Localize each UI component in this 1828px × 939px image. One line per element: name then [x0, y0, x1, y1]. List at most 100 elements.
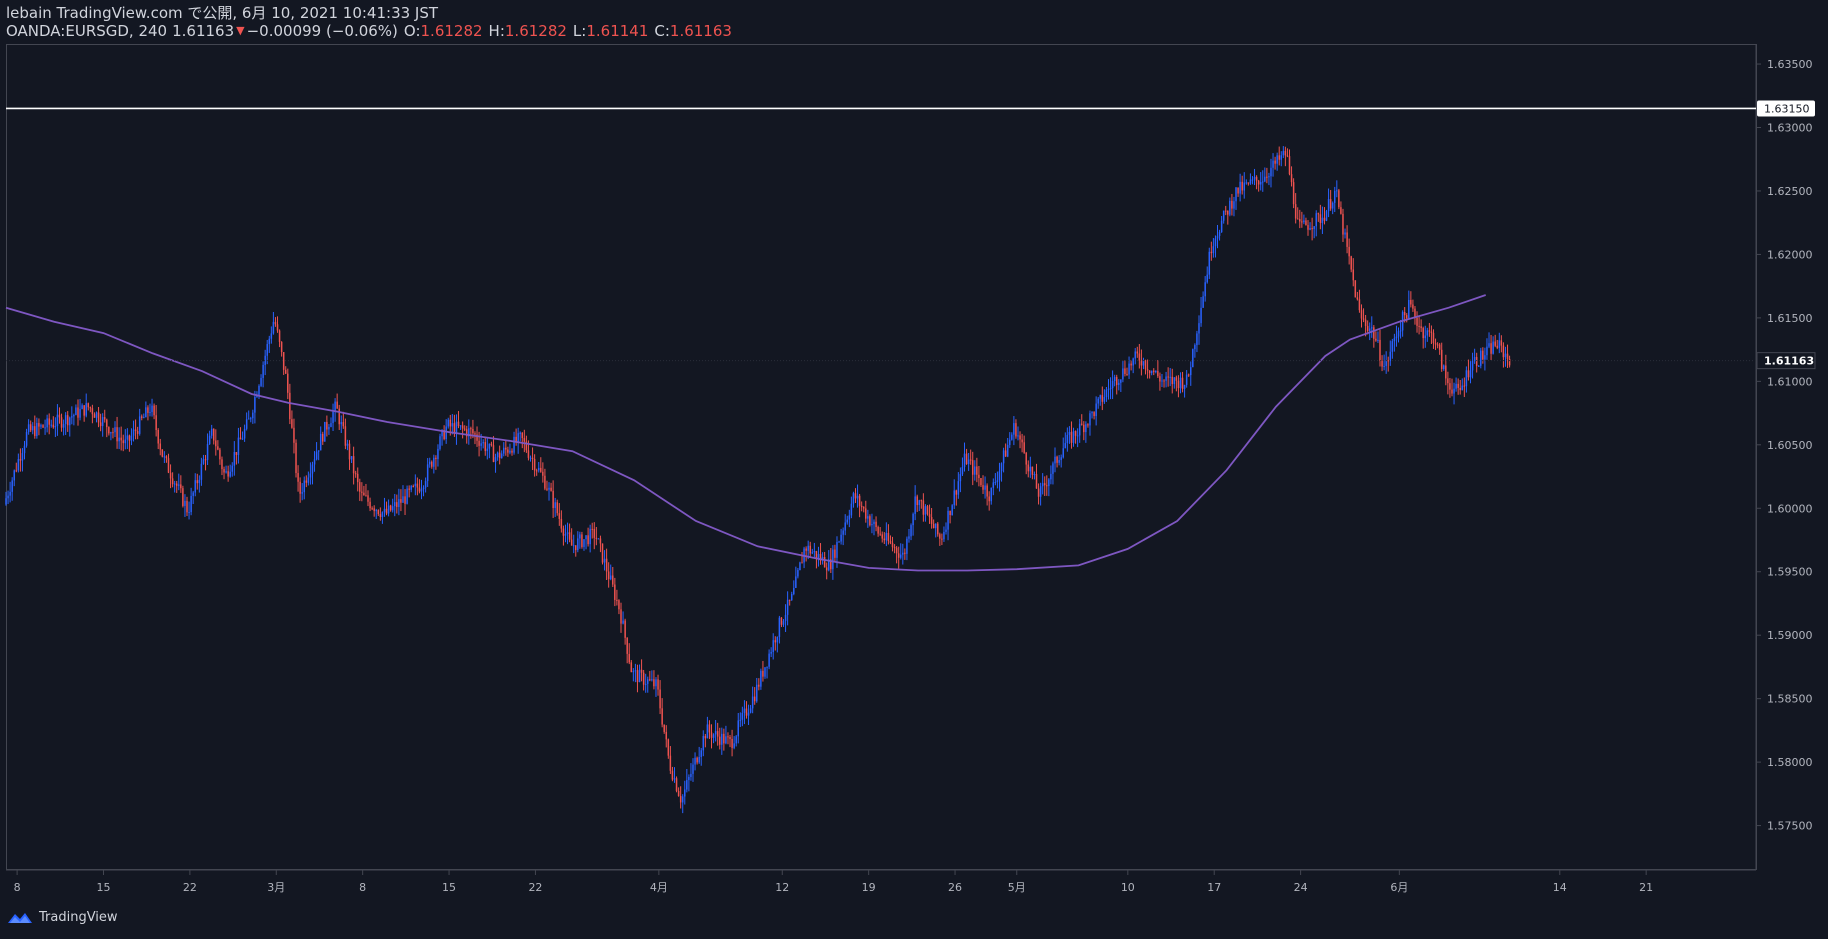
candle-body — [1403, 311, 1406, 316]
candle-body — [1317, 213, 1320, 215]
candle-body — [1482, 350, 1484, 360]
candle-body — [1134, 351, 1136, 359]
candle-body — [410, 486, 412, 490]
candle-body — [877, 527, 879, 534]
price-chart[interactable]: 1.63150 1.63500 1.63000 1.62500 1.62000 1.61… — [0, 0, 1828, 900]
candle-body — [998, 471, 1001, 481]
candle-body — [558, 513, 561, 519]
candle-body — [971, 460, 974, 475]
candle-body — [227, 471, 229, 477]
candle-body — [1093, 412, 1095, 417]
candle-body — [1107, 388, 1110, 390]
candle-body — [1387, 360, 1389, 362]
candle-body — [692, 764, 694, 774]
candle-body — [66, 415, 69, 426]
candle-body — [400, 499, 402, 503]
candle-body — [9, 491, 11, 496]
candle-body — [1262, 181, 1264, 183]
candle-body — [50, 424, 53, 426]
candle-body — [151, 405, 153, 413]
candle-body — [537, 467, 540, 471]
time-tick-label: 6月 — [1390, 881, 1408, 894]
candle-body — [1438, 344, 1441, 350]
candle-body — [398, 499, 400, 507]
candle-body — [513, 436, 515, 453]
candle-body — [910, 525, 912, 537]
candle-body — [338, 408, 340, 425]
time-tick-label: 19 — [862, 881, 876, 894]
candle-body — [595, 537, 598, 539]
candle-body — [659, 689, 661, 709]
candle-body — [486, 448, 489, 452]
candle-body — [79, 408, 81, 418]
candle-body — [293, 427, 295, 443]
candle-body — [361, 491, 363, 493]
candle-body — [1169, 376, 1171, 378]
candle-body — [854, 493, 857, 499]
candle-body — [91, 408, 94, 415]
candle-body — [897, 553, 900, 558]
candle-body — [657, 679, 659, 690]
candle-body — [591, 528, 593, 530]
time-tick-label: 4月 — [650, 881, 668, 894]
candle-body — [955, 490, 958, 495]
candle-body — [498, 452, 501, 459]
candle-body — [206, 443, 209, 460]
candle-body — [1340, 207, 1342, 214]
candle-body — [219, 449, 221, 460]
candle-body — [1097, 398, 1099, 404]
time-tick-label: 24 — [1294, 881, 1308, 894]
time-axis[interactable]: 8 15 22 3月 8 15 22 4月 12 19 26 5月 10 17 24 6月 14 21 — [14, 870, 1654, 894]
candle-body — [451, 423, 454, 427]
candle-body — [562, 528, 565, 536]
candle-body — [620, 609, 622, 624]
candle-body — [671, 770, 674, 780]
candle-body — [712, 734, 715, 738]
candle-body — [618, 600, 620, 610]
candle-body — [1333, 190, 1336, 203]
candle-body — [1385, 360, 1387, 366]
candle-body — [1395, 336, 1398, 339]
candle-body — [840, 534, 842, 542]
candle-body — [1391, 341, 1394, 352]
candle-body — [758, 684, 760, 687]
price-axis[interactable]: 1.63500 1.63000 1.62500 1.62000 1.61500 1.610… — [1756, 58, 1813, 833]
candle-body — [1060, 457, 1062, 461]
candle-body — [143, 417, 145, 419]
candle-body — [768, 653, 770, 667]
candle-body — [1021, 439, 1023, 443]
candle-body — [1229, 200, 1231, 215]
candle-body — [1327, 199, 1330, 212]
candle-body — [1360, 310, 1363, 319]
candle-body — [36, 423, 38, 436]
candle-body — [128, 435, 131, 441]
candle-body — [1227, 210, 1229, 215]
brand-label[interactable]: TradingView — [39, 910, 118, 925]
time-tick-label: 15 — [96, 881, 110, 894]
candle-body — [708, 724, 711, 733]
candle-body — [1124, 368, 1126, 374]
candle-body — [130, 435, 133, 441]
price-tick-label: 1.61500 — [1767, 312, 1813, 325]
candle-body — [58, 414, 61, 418]
candle-body — [478, 440, 480, 446]
candle-body — [640, 669, 643, 673]
candle-body — [1062, 448, 1064, 458]
candle-body — [408, 488, 410, 490]
candle-body — [723, 733, 725, 744]
candle-body — [1397, 331, 1400, 337]
candle-body — [920, 500, 923, 502]
candle-body — [1126, 373, 1128, 375]
horizontal-line[interactable]: 1.63150 — [6, 100, 1815, 117]
footer: TradingView — [6, 909, 118, 925]
candle-body — [99, 422, 102, 427]
candle-body — [1266, 176, 1268, 178]
candle-body — [56, 414, 59, 427]
candle-body — [811, 552, 814, 554]
candle-body — [511, 450, 513, 453]
candle-body — [856, 495, 859, 499]
candle-body — [326, 421, 328, 430]
candle-body — [1136, 351, 1139, 354]
candle-body — [790, 593, 793, 601]
candle-body — [976, 466, 978, 475]
